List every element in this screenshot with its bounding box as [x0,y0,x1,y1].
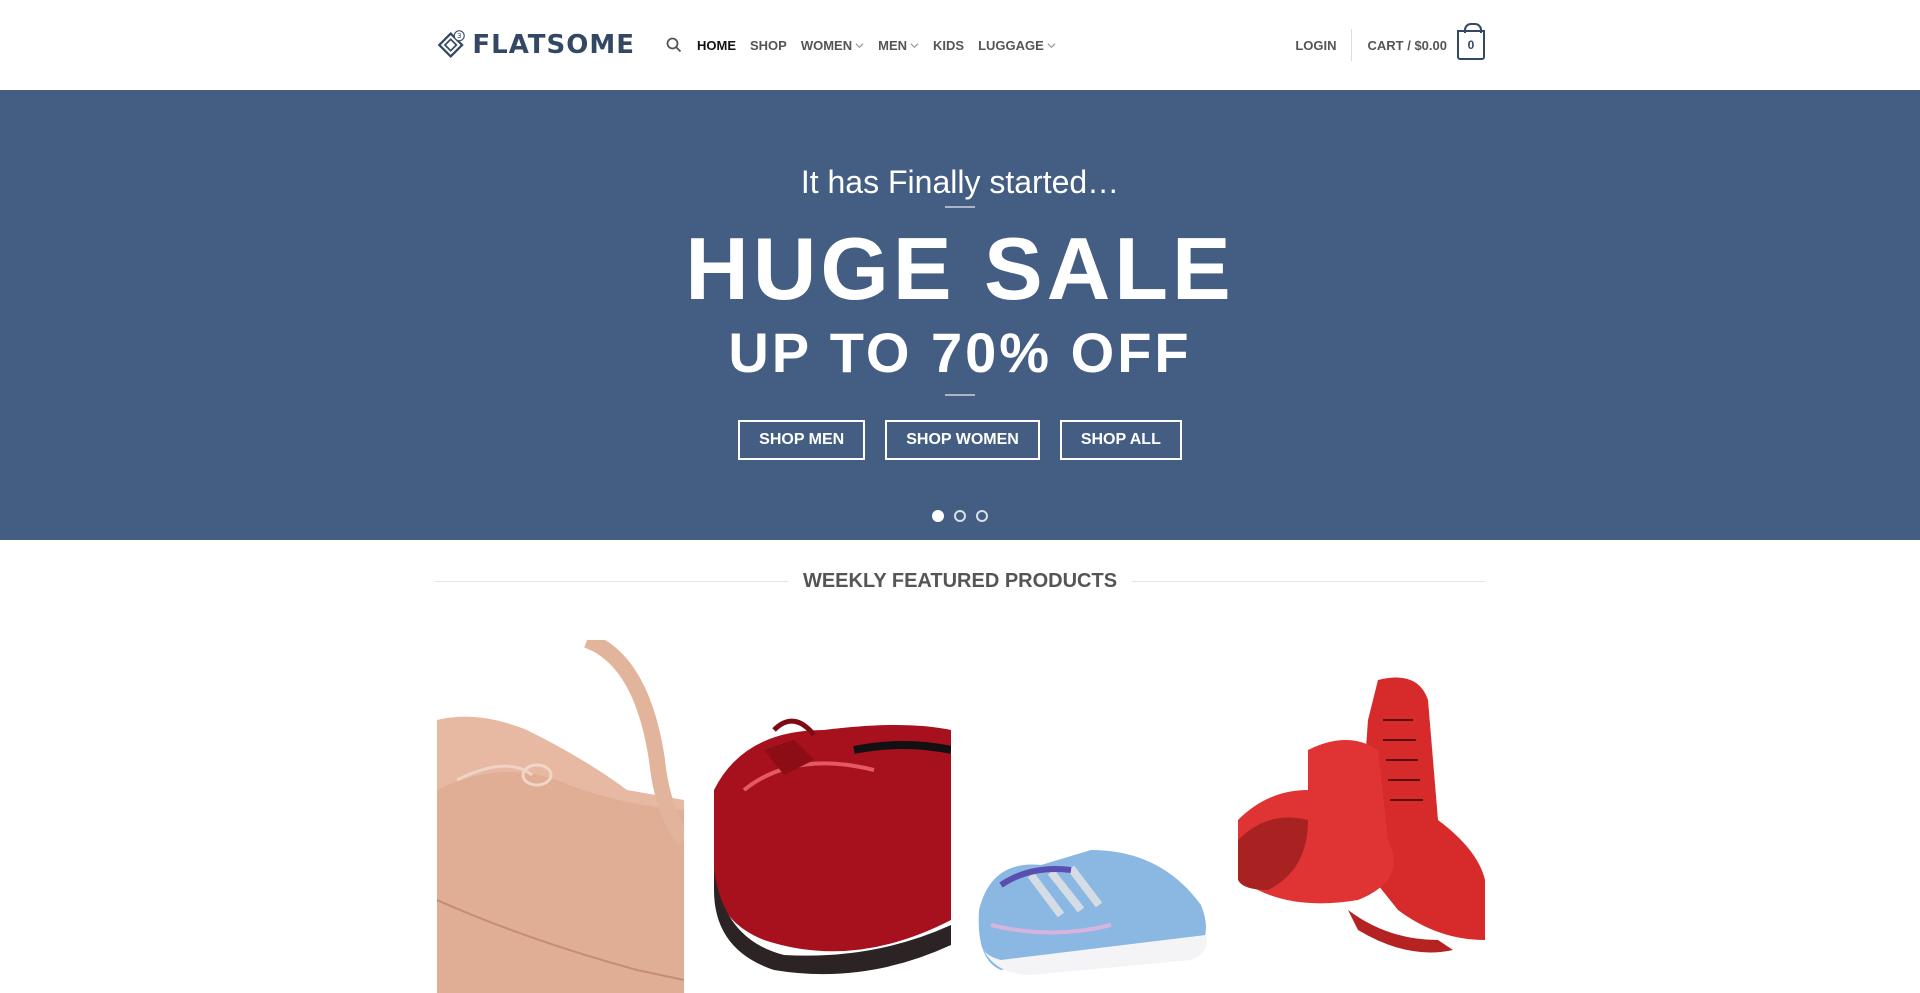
nav-label: MEN [878,37,908,53]
chevron-down-icon [855,42,864,48]
cart-label: CART / $0.00 [1367,37,1447,53]
hero-divider-bottom [945,394,975,396]
header-account: LOGIN CART / $0.00 0 [1295,0,1485,90]
slider-dot-1[interactable] [932,510,944,522]
hero-subtitle: It has Finally started… [800,164,1120,200]
nav-label: LUGGAGE [978,37,1044,53]
nav-item-home[interactable]: HOME [697,38,736,53]
header-inner: 3 FLATSOME HOME SHOP WOMEN MEN KIDS LUGG… [435,0,1485,90]
nav-label: WOMEN [800,37,853,53]
slider-dots [0,510,1920,522]
product-card-red-boot[interactable] [1238,640,1485,993]
nav-label: SHOP [750,37,787,53]
logo[interactable]: 3 FLATSOME [435,23,635,67]
hero-buttons: SHOP MEN SHOP WOMEN SHOP ALL [0,420,1920,460]
cart-link[interactable]: CART / $0.00 0 [1352,23,1485,60]
shop-all-button[interactable]: SHOP ALL [1059,420,1182,460]
search-icon[interactable] [665,36,683,54]
heading-line-right [1132,581,1486,582]
nav-item-luggage[interactable]: LUGGAGE [978,38,1056,53]
product-card-blue-sneaker[interactable] [971,640,1218,993]
hero-title: HUGE SALE [685,219,1235,318]
shop-women-button[interactable]: SHOP WOMEN [885,420,1040,460]
login-link[interactable]: LOGIN [1295,38,1351,53]
nav-item-women[interactable]: WOMEN [801,38,864,53]
heading-line-left [435,581,788,582]
product-card-ballet-shoe[interactable] [437,640,684,993]
nav-item-men[interactable]: MEN [878,38,919,53]
featured-heading: WEEKLY FEATURED PRODUCTS [802,570,1118,592]
cart-count-badge: 0 [1457,23,1485,60]
nav-item-kids[interactable]: KIDS [933,38,964,53]
product-grid [437,640,1485,993]
nav-label: KIDS [933,37,965,53]
blue-running-sneaker-image [971,640,1218,993]
product-card-red-loafer[interactable] [704,640,951,993]
featured-heading-row: WEEKLY FEATURED PRODUCTS [435,570,1486,593]
chevron-down-icon [1047,42,1056,48]
logo-text: FLATSOME [472,30,635,60]
slider-dot-3[interactable] [976,510,988,522]
slider-dot-2[interactable] [954,510,966,522]
logo-icon: 3 [437,30,465,59]
logo-badge: 3 [457,31,462,40]
shop-men-button[interactable]: SHOP MEN [738,420,866,460]
nav-item-shop[interactable]: SHOP [750,38,787,53]
main-nav: HOME SHOP WOMEN MEN KIDS LUGGAGE [665,36,1056,54]
red-jazz-boot-image [1238,640,1485,993]
hero-divider-top [945,206,975,208]
pink-ballet-shoe-image [437,640,684,993]
site-header: 3 FLATSOME HOME SHOP WOMEN MEN KIDS LUGG… [0,0,1920,90]
cart-total: $0.00 [1414,37,1447,53]
hero-offer: UP TO 70% OFF [728,321,1192,384]
red-patent-loafer-image [704,640,951,993]
chevron-down-icon [910,42,919,48]
nav-label: HOME [697,37,736,53]
hero-banner: It has Finally started… HUGE SALE UP TO … [0,90,1920,540]
